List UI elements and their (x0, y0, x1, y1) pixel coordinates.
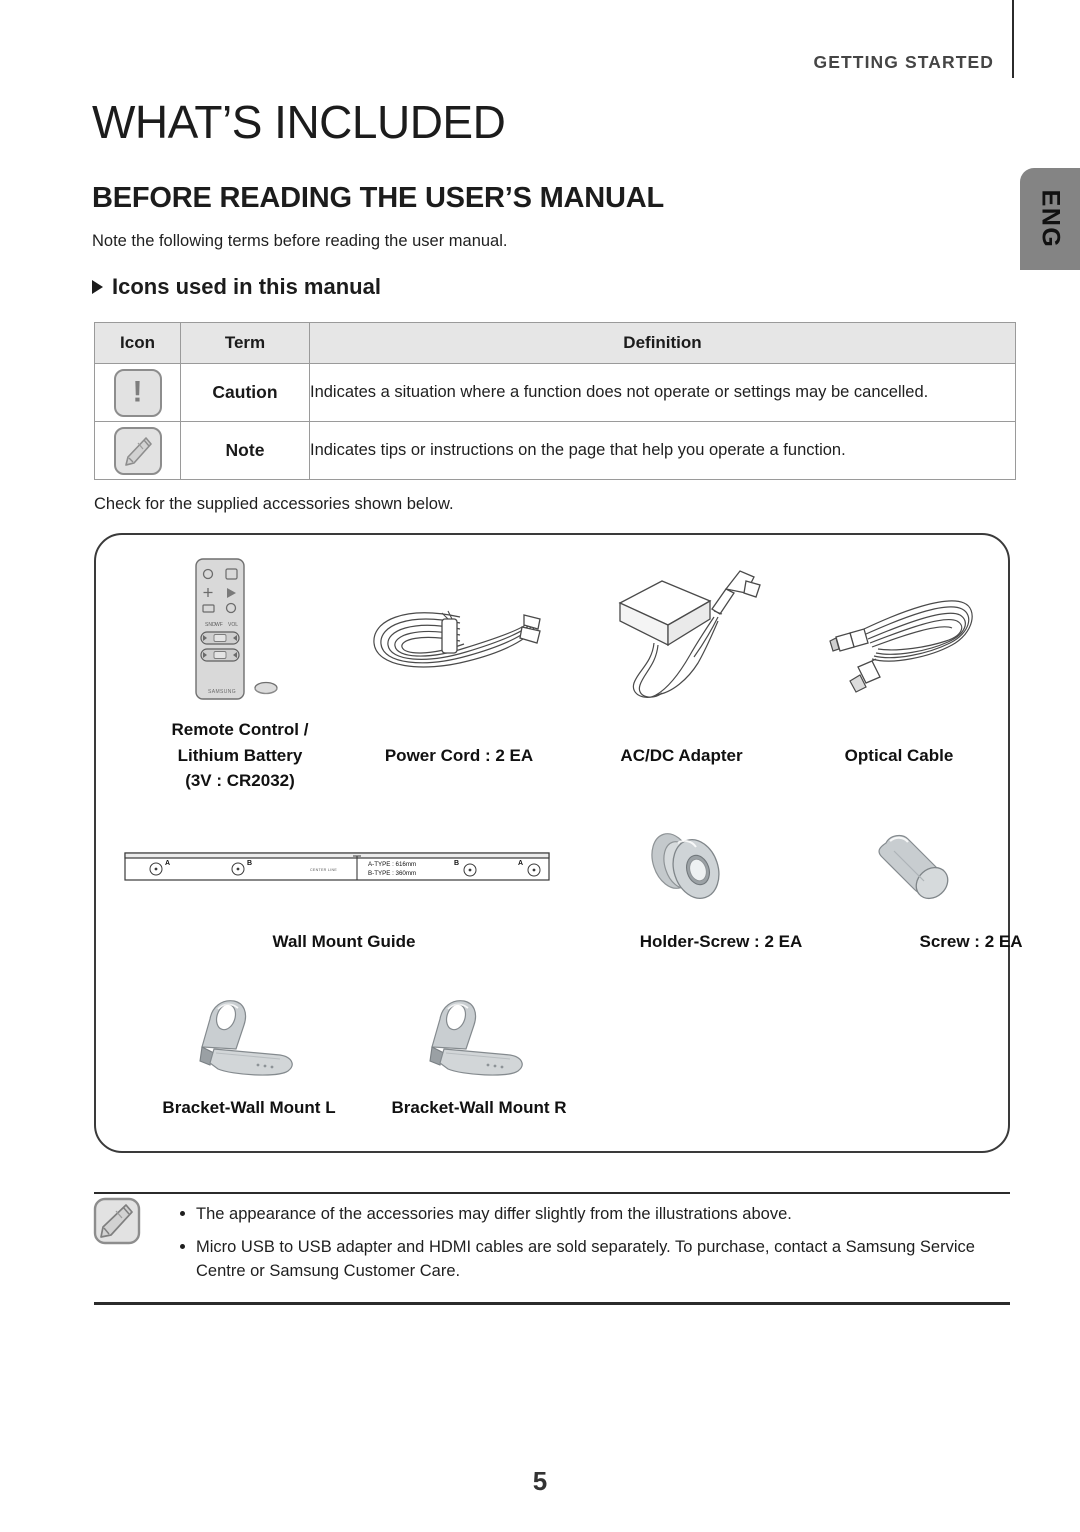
bullet-icon (180, 1211, 185, 1216)
sub-heading: Icons used in this manual (92, 274, 381, 300)
note-icon (113, 426, 162, 475)
footnote-top-rule (94, 1192, 1010, 1194)
footnote-list: The appearance of the accessories may di… (178, 1203, 1013, 1293)
footnote-bottom-rule (94, 1302, 1010, 1305)
label-wall-mount-guide: Wall Mount Guide (272, 932, 416, 951)
svg-text:A-TYPE : 616mm: A-TYPE : 616mm (368, 861, 416, 868)
svg-text:CENTER LINE: CENTER LINE (310, 868, 337, 872)
column-header-term: Term (180, 322, 310, 364)
remote-control-illustration: SND WF VOL SAMSUNG (174, 557, 294, 712)
label-optical-cable: Optical Cable (844, 746, 954, 765)
cell-definition-caution: Indicates a situation where a function d… (309, 363, 1016, 422)
table-row: Note Indicates tips or instructions on t… (94, 421, 1016, 480)
bullet-icon (180, 1243, 185, 1249)
triangle-bullet-icon (92, 280, 103, 294)
svg-text:B: B (454, 860, 459, 867)
svg-text:A: A (165, 860, 170, 867)
language-tab-label: ENG (1036, 189, 1065, 249)
check-accessories-text: Check for the supplied accessories shown… (94, 495, 454, 513)
svg-text:WF: WF (215, 622, 223, 628)
svg-text:A: A (518, 860, 523, 867)
caution-icon (113, 368, 162, 417)
icons-table: Icon Term Definition Caution Indicates a… (94, 322, 1016, 480)
ac-dc-adapter-illustration (594, 559, 769, 709)
cell-icon-caution (94, 363, 181, 422)
screw-illustration (864, 821, 974, 921)
intro-text: Note the following terms before reading … (92, 232, 508, 250)
language-tab: ENG (1020, 168, 1080, 270)
bracket-wall-mount-r-illustration (410, 983, 550, 1088)
accessories-box: SND WF VOL SAMSUNG Remote Control / Lith… (94, 533, 1023, 1153)
table-row: Caution Indicates a situation where a fu… (94, 363, 1016, 422)
footnote-item: The appearance of the accessories may di… (178, 1203, 1013, 1227)
section-title: BEFORE READING THE USER’S MANUAL (92, 182, 665, 214)
holder-screw-illustration (634, 821, 744, 921)
svg-text:B: B (247, 860, 252, 867)
column-header-icon: Icon (94, 322, 181, 364)
label-remote-control: Remote Control / Lithium Battery (3V : C… (171, 720, 309, 790)
svg-text:SAMSUNG: SAMSUNG (208, 689, 236, 695)
label-screw: Screw : 2 EA (919, 932, 1023, 951)
sub-heading-label: Icons used in this manual (112, 274, 381, 299)
page-number: 5 (532, 1466, 548, 1496)
svg-text:B-TYPE : 360mm: B-TYPE : 360mm (368, 870, 416, 877)
bracket-wall-mount-l-illustration (180, 983, 320, 1088)
page-title: WHAT’S INCLUDED (92, 96, 506, 148)
power-cord-illustration (364, 587, 554, 707)
cell-term-caution: Caution (180, 363, 310, 422)
optical-cable-illustration (806, 581, 986, 706)
label-bracket-wall-mount-r: Bracket-Wall Mount R (391, 1098, 567, 1117)
label-power-cord: Power Cord : 2 EA (384, 746, 534, 765)
table-header-row: Icon Term Definition (94, 322, 1016, 364)
footnote-item: Micro USB to USB adapter and HDMI cables… (178, 1236, 1013, 1284)
cell-term-note: Note (180, 421, 310, 480)
header-vertical-rule (1012, 0, 1014, 78)
note-icon (92, 1196, 142, 1251)
svg-text:VOL: VOL (228, 622, 238, 628)
column-header-definition: Definition (309, 322, 1016, 364)
cell-definition-note: Indicates tips or instructions on the pa… (309, 421, 1016, 480)
label-ac-dc-adapter: AC/DC Adapter (620, 746, 743, 765)
wall-mount-guide-illustration: A B CENTER LINE A-TYPE : 616mm B-TYPE : … (124, 847, 550, 892)
cell-icon-note (94, 421, 181, 480)
running-head: GETTING STARTED (813, 52, 994, 72)
label-holder-screw: Holder-Screw : 2 EA (639, 932, 803, 951)
